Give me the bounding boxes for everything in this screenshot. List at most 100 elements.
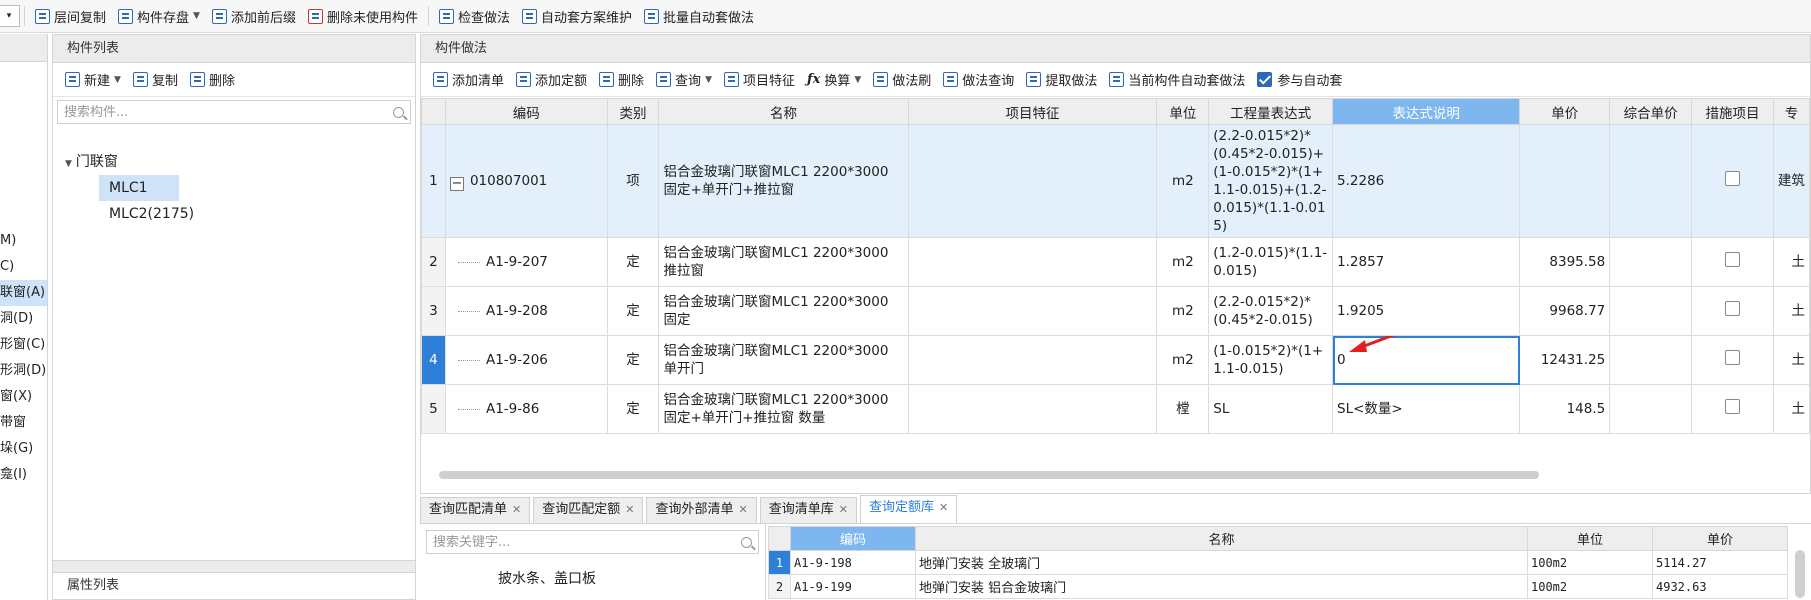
convert-button[interactable]: ƒx 换算 ▼ [801, 67, 867, 93]
name-cell[interactable]: 铝合金玻璃门联窗MLC1 2200*3000 固定 [658, 286, 909, 336]
expr-cell[interactable]: (2.2-0.015*2)*(0.45*2-0.015) [1208, 286, 1334, 336]
tree-item-mlc1[interactable]: MLC1 [99, 175, 179, 201]
table-row[interactable]: 3 A1-9-208 定 铝合金玻璃门联窗MLC1 2200*3000 固定 m… [421, 286, 1811, 336]
item-feature-button[interactable]: 项目特征 [718, 67, 801, 93]
table-row[interactable]: 1 A1-9-198 地弹门安装 全玻璃门 100m2 5114.27 [768, 550, 1788, 575]
check-method-button[interactable]: 检查做法 [433, 3, 516, 29]
join-auto-toggle[interactable]: 参与自动套 [1251, 67, 1348, 93]
component-type-item[interactable]: 洞(D) [0, 306, 47, 332]
spec-cell[interactable]: 土 [1772, 335, 1811, 385]
code-cell[interactable]: −010807001 [444, 124, 608, 238]
tab-query-matched-quota[interactable]: 查询匹配定额 ✕ [533, 497, 644, 523]
close-icon[interactable]: ✕ [738, 503, 747, 516]
measure-cell[interactable] [1691, 286, 1774, 336]
col-price[interactable]: 单价 [1519, 98, 1611, 125]
feature-cell[interactable] [907, 384, 1158, 434]
delete-component-button[interactable]: 删除 [184, 67, 241, 93]
expr-cell[interactable]: SL [1208, 384, 1334, 434]
unit-cell[interactable]: m2 [1156, 237, 1210, 287]
type-cell[interactable]: 定 [606, 286, 660, 336]
spec-cell[interactable]: 建筑 [1772, 124, 1811, 238]
measure-checkbox[interactable] [1725, 399, 1740, 414]
quota-price-cell[interactable]: 5114.27 [1652, 550, 1788, 575]
extract-method-button[interactable]: 提取做法 [1020, 67, 1103, 93]
measure-cell[interactable] [1691, 124, 1774, 238]
component-type-item[interactable]: 形洞(D) [0, 358, 47, 384]
type-cell[interactable]: 定 [606, 384, 660, 434]
method-query-button[interactable]: 做法查询 [937, 67, 1020, 93]
measure-checkbox[interactable] [1725, 171, 1740, 186]
add-quota-button[interactable]: 添加定额 [510, 67, 593, 93]
component-type-item[interactable]: 形窗(C) [0, 332, 47, 358]
table-row[interactable]: 4 A1-9-206 定 铝合金玻璃门联窗MLC1 2200*3000 单开门 … [421, 335, 1811, 385]
price-cell[interactable] [1519, 124, 1611, 238]
component-search-input[interactable] [64, 104, 364, 120]
spec-cell[interactable]: 土 [1772, 384, 1811, 434]
close-icon[interactable]: ✕ [512, 503, 521, 516]
expr-cell[interactable]: (1.2-0.015)*(1.1-0.015) [1208, 237, 1334, 287]
auto-apply-current-button[interactable]: 当前构件自动套做法 [1103, 67, 1251, 93]
quota-unit-cell[interactable]: 100m2 [1527, 574, 1653, 599]
component-type-item[interactable]: 垛(G) [0, 436, 47, 462]
table-row[interactable]: 5 A1-9-86 定 铝合金玻璃门联窗MLC1 2200*3000 固定+单开… [421, 384, 1811, 434]
code-cell[interactable]: A1-9-207 [444, 237, 608, 287]
col-code[interactable]: 编码 [444, 98, 608, 125]
col-comp-price[interactable]: 综合单价 [1609, 98, 1693, 125]
component-type-item[interactable]: 带窗 [0, 410, 47, 436]
feature-cell[interactable] [907, 237, 1158, 287]
close-icon[interactable]: ✕ [939, 501, 948, 514]
component-type-item[interactable]: 窗(X) [0, 384, 47, 410]
quota-name-cell[interactable]: 地弹门安装 铝合金玻璃门 [915, 574, 1528, 599]
name-cell[interactable]: 铝合金玻璃门联窗MLC1 2200*3000 单开门 [658, 335, 909, 385]
code-cell[interactable]: A1-9-86 [444, 384, 608, 434]
code-cell[interactable]: A1-9-206 [444, 335, 608, 385]
feature-cell[interactable] [907, 286, 1158, 336]
quota-col-code[interactable]: 编码 [790, 526, 916, 551]
expr-cell[interactable]: (2.2-0.015*2)*(0.45*2-0.015)+(1-0.015*2)… [1208, 124, 1334, 238]
spec-cell[interactable]: 土 [1772, 237, 1811, 287]
type-cell[interactable]: 项 [606, 124, 660, 238]
unit-cell[interactable]: m2 [1156, 286, 1210, 336]
component-type-item[interactable]: 龛(I) [0, 462, 47, 488]
quota-name-cell[interactable]: 地弹门安装 全玻璃门 [915, 550, 1528, 575]
col-spec[interactable]: 专 [1772, 98, 1811, 125]
expr-desc-cell[interactable]: SL<数量> [1332, 384, 1521, 434]
join-auto-checkbox[interactable] [1257, 72, 1273, 87]
unit-cell[interactable]: m2 [1156, 335, 1210, 385]
add-prefix-suffix-button[interactable]: 添加前后缀 [206, 3, 302, 29]
quota-code-cell[interactable]: A1-9-199 [790, 574, 916, 599]
price-cell[interactable]: 12431.25 [1519, 335, 1611, 385]
comp-price-cell[interactable] [1609, 237, 1693, 287]
price-cell[interactable]: 148.5 [1519, 384, 1611, 434]
method-brush-button[interactable]: 做法刷 [867, 67, 937, 93]
close-icon[interactable]: ✕ [839, 503, 848, 516]
col-unit[interactable]: 单位 [1156, 98, 1210, 125]
measure-cell[interactable] [1691, 237, 1774, 287]
table-row[interactable]: 1 −010807001 项 铝合金玻璃门联窗MLC1 2200*3000 固定… [421, 124, 1811, 238]
unit-cell[interactable]: m2 [1156, 124, 1210, 238]
unit-cell[interactable]: 樘 [1156, 384, 1210, 434]
quota-unit-cell[interactable]: 100m2 [1527, 550, 1653, 575]
expr-desc-cell-editing[interactable]: 0 [1332, 335, 1521, 385]
close-icon[interactable]: ✕ [625, 503, 634, 516]
copy-component-button[interactable]: 复制 [127, 67, 184, 93]
tab-query-external-list[interactable]: 查询外部清单 ✕ [646, 497, 757, 523]
col-type[interactable]: 类别 [606, 98, 660, 125]
col-measure[interactable]: 措施项目 [1691, 98, 1774, 125]
component-save-button[interactable]: 构件存盘 ▼ [112, 3, 206, 29]
new-component-button[interactable]: 新建 ▼ [59, 67, 127, 93]
spec-cell[interactable]: 土 [1772, 286, 1811, 336]
vertical-scrollbar[interactable] [1795, 550, 1805, 598]
horizontal-scrollbar[interactable] [439, 471, 1539, 479]
tree-group-door-window[interactable]: ▼ 门联窗 [65, 149, 118, 175]
price-cell[interactable]: 9968.77 [1519, 286, 1611, 336]
category-tree-item[interactable]: 披水条、盖口板 [498, 568, 596, 588]
name-cell[interactable]: 铝合金玻璃门联窗MLC1 2200*3000 推拉窗 [658, 237, 909, 287]
component-type-item[interactable]: M) [0, 228, 47, 254]
measure-checkbox[interactable] [1725, 350, 1740, 365]
search-icon[interactable] [393, 106, 404, 118]
name-cell[interactable]: 铝合金玻璃门联窗MLC1 2200*3000 固定+单开门+推拉窗 数量 [658, 384, 909, 434]
tab-query-matched-list[interactable]: 查询匹配清单 ✕ [420, 497, 531, 523]
delete-row-button[interactable]: 删除 [593, 67, 650, 93]
feature-cell[interactable] [907, 335, 1158, 385]
